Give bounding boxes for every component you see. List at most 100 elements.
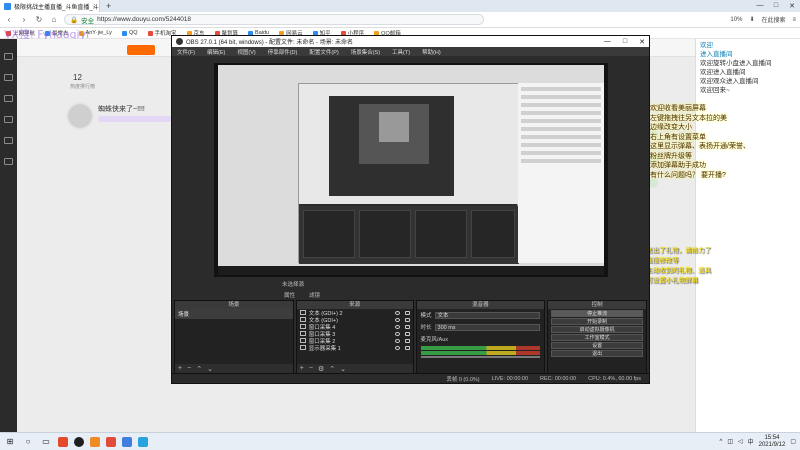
obs-window[interactable]: OBS 27.0.1 (64 bit, windows) - 配置文件: 未命名… xyxy=(171,35,650,384)
chat-line: 欢迎 xyxy=(700,42,713,49)
filters-button[interactable]: 滤镜 xyxy=(309,291,320,299)
obs-close-button[interactable]: ✕ xyxy=(639,38,645,46)
windows-start-icon[interactable]: ⊞ xyxy=(4,436,16,448)
lock-icon[interactable] xyxy=(404,338,410,343)
anchor-avatar[interactable] xyxy=(66,102,94,130)
lock-icon[interactable] xyxy=(404,345,410,350)
browser-tab-douyu[interactable]: 极限挑战主播直播_斗鱼直播_斗鱼 ✕ xyxy=(0,0,100,12)
start-recording-button[interactable]: 开始录制 xyxy=(551,318,643,325)
menu-profile[interactable]: 配置文件(P) xyxy=(309,48,338,56)
obs-preview[interactable] xyxy=(214,63,608,277)
room-title: 蜘蛛侠来了~!!!! xyxy=(98,106,145,113)
properties-button[interactable]: 属性 xyxy=(284,291,295,299)
studio-mode-button[interactable]: 工作室模式 xyxy=(551,334,643,341)
nav-rail-icon[interactable] xyxy=(4,137,13,144)
visibility-icon[interactable] xyxy=(394,324,400,329)
obs-logo-icon xyxy=(176,38,183,45)
preview-taskbar xyxy=(218,266,604,275)
display-source-icon xyxy=(299,345,306,350)
obs-minimize-button[interactable]: — xyxy=(604,38,611,46)
menu-view[interactable]: 视图(V) xyxy=(237,48,255,56)
tray-expand-icon[interactable]: ^ xyxy=(719,439,722,445)
nav-rail-icon[interactable] xyxy=(4,116,13,123)
scene-item[interactable]: 场景 xyxy=(175,309,293,319)
app-icon[interactable] xyxy=(90,436,100,447)
app-icon[interactable] xyxy=(138,436,148,447)
forward-icon[interactable]: › xyxy=(19,15,29,24)
menu-icon[interactable]: ≡ xyxy=(792,17,796,23)
download-icon[interactable]: ⬇ xyxy=(749,16,754,23)
remove-source-button[interactable]: − xyxy=(309,365,313,372)
move-up-icon[interactable]: ⌃ xyxy=(329,365,335,373)
new-tab-button[interactable]: + xyxy=(100,1,117,11)
browser-app-icon[interactable] xyxy=(122,436,132,447)
nav-rail-icon[interactable] xyxy=(4,95,13,102)
settings-icon[interactable]: ⚙ xyxy=(318,365,324,373)
nav-rail-icon[interactable] xyxy=(4,74,13,81)
close-window-button[interactable]: ✕ xyxy=(784,2,800,10)
menu-file[interactable]: 文件(F) xyxy=(177,48,195,56)
lock-icon[interactable] xyxy=(404,310,410,315)
lock-icon[interactable] xyxy=(404,324,410,329)
menu-tools[interactable]: 工具(T) xyxy=(392,48,410,56)
source-item[interactable]: 显示器采集 1 xyxy=(297,344,413,352)
windows-taskbar: ⊞ ○ ▭ ^ ◫ ◁ 中 15:54 2021/9/12 ▢ xyxy=(0,432,800,450)
virtual-camera-button[interactable]: 启动虚拟摄像机 xyxy=(551,326,643,333)
refresh-icon[interactable]: ↻ xyxy=(34,15,44,24)
obs-title-bar[interactable]: OBS 27.0.1 (64 bit, windows) - 配置文件: 未命名… xyxy=(172,36,649,47)
app-icon[interactable] xyxy=(58,436,68,447)
lock-icon[interactable] xyxy=(404,331,410,336)
overlay-line: 边缘改变大小 xyxy=(650,124,692,131)
nested-obs-docks xyxy=(299,206,519,264)
nav-rail-icon[interactable] xyxy=(4,158,13,165)
input-language[interactable]: 中 xyxy=(748,437,754,446)
douyu-logo[interactable] xyxy=(127,45,155,55)
app-icon[interactable] xyxy=(106,436,116,447)
visibility-icon[interactable] xyxy=(394,331,400,336)
clock[interactable]: 15:54 2021/9/12 xyxy=(759,435,786,449)
visibility-icon[interactable] xyxy=(394,310,400,315)
bookmark-item[interactable]: QQ xyxy=(121,30,138,36)
search-box-label[interactable]: 在此搜索 xyxy=(761,15,785,24)
volume-icon[interactable]: ◁ xyxy=(738,438,743,445)
menu-scene-collection[interactable]: 场景集合(S) xyxy=(351,48,380,56)
settings-button[interactable]: 设置 xyxy=(551,342,643,349)
menu-docks[interactable]: 停靠部件(D) xyxy=(268,48,298,56)
menu-help[interactable]: 帮助(H) xyxy=(422,48,441,56)
stop-streaming-button[interactable]: 停止推流 xyxy=(551,310,643,317)
nav-rail-icon[interactable] xyxy=(4,53,13,60)
overlay-line: 添加弹幕助手成功 xyxy=(650,162,706,169)
address-bar[interactable]: 🔒 安全 https://www.douyu.com/5244018 xyxy=(64,14,484,25)
task-view-icon[interactable]: ▭ xyxy=(40,436,52,448)
add-source-button[interactable]: + xyxy=(300,365,304,372)
text-source-icon xyxy=(299,310,306,315)
chat-line: 欢迎进入直播间 xyxy=(700,69,746,76)
notification-icon[interactable]: ▢ xyxy=(790,438,796,445)
move-down-icon[interactable]: ⌄ xyxy=(207,365,213,373)
lock-icon[interactable] xyxy=(404,317,410,322)
add-scene-button[interactable]: + xyxy=(178,365,182,372)
network-icon[interactable]: ◫ xyxy=(727,438,733,445)
volume-slider[interactable] xyxy=(420,356,541,358)
text-source-icon xyxy=(299,317,306,322)
overlay-line: 粉丝牌升级等 xyxy=(650,152,692,160)
visibility-icon[interactable] xyxy=(394,338,400,343)
mode-select[interactable]: 文本 xyxy=(434,311,541,319)
maximize-window-button[interactable]: □ xyxy=(768,2,784,10)
search-icon[interactable]: ○ xyxy=(22,436,34,448)
obs-maximize-button[interactable]: □ xyxy=(623,38,627,46)
visibility-icon[interactable] xyxy=(394,317,400,322)
exit-button[interactable]: 退出 xyxy=(551,350,643,357)
zoom-level[interactable]: 10% xyxy=(730,17,742,23)
remove-scene-button[interactable]: − xyxy=(187,365,191,372)
obs-app-icon[interactable] xyxy=(74,436,84,447)
minimize-window-button[interactable]: — xyxy=(752,2,768,10)
home-icon[interactable]: ⌂ xyxy=(49,15,59,24)
move-down-icon[interactable]: ⌄ xyxy=(340,365,346,373)
mixer-field: 模式 文本 xyxy=(417,309,545,321)
visibility-icon[interactable] xyxy=(394,345,400,350)
back-icon[interactable]: ‹ xyxy=(4,15,14,24)
move-up-icon[interactable]: ⌃ xyxy=(196,365,202,373)
menu-edit[interactable]: 编辑(E) xyxy=(207,48,225,56)
duration-input[interactable]: 300 ms xyxy=(434,323,541,331)
